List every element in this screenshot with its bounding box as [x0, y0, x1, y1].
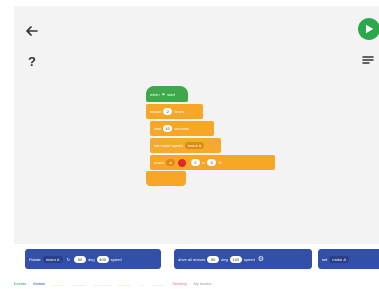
back-arrow-icon	[26, 26, 38, 36]
when-start-hat-block[interactable]: when ⚑ start	[146, 86, 188, 102]
rotate-direction-icon: ↻	[66, 256, 70, 262]
code-canvas[interactable]: when ⚑ start repeat 2 times wait 10 seco…	[14, 6, 379, 244]
back-button[interactable]	[22, 21, 42, 41]
rotate-motor-block[interactable]: Rotate motor A ↻ 50 deg 400 speed	[25, 249, 161, 269]
category-motion[interactable]: Motion	[33, 278, 45, 289]
category-7[interactable]: ___	[138, 278, 145, 289]
run-button[interactable]	[358, 18, 379, 40]
category-my-blocks[interactable]: My blocks	[194, 278, 212, 289]
hat-label: when	[150, 91, 160, 97]
wait-label: wait	[154, 126, 162, 131]
degrees-input[interactable]: 50	[73, 255, 86, 263]
set-motor-speed-block[interactable]: set motor speed motor A	[150, 138, 221, 153]
wait-block[interactable]: wait 10 seconds	[150, 121, 214, 136]
category-3[interactable]: ______	[52, 278, 65, 289]
motor-to-block[interactable]: motor A 2 to 0 %	[150, 155, 275, 170]
hat-suffix: start	[167, 91, 175, 97]
notes-icon	[362, 56, 374, 64]
percent-label: %	[218, 160, 222, 165]
category-events[interactable]: Events	[14, 278, 26, 289]
block-palette[interactable]: Rotate motor A ↻ 50 deg 400 speed drive …	[14, 246, 379, 276]
category-bar: Events Motion ______ ______ ________ ___…	[14, 278, 379, 289]
repeat-block[interactable]: repeat 2 times	[146, 104, 203, 119]
deg-label: deg	[87, 256, 95, 262]
play-icon	[365, 24, 373, 34]
drive-label: drive all motors	[178, 256, 206, 262]
app: when ⚑ start repeat 2 times wait 10 seco…	[0, 0, 379, 289]
motor-port-dropdown[interactable]: A	[166, 159, 175, 166]
motor-dropdown[interactable]: motor A	[184, 142, 205, 149]
gear-icon: ⚙	[257, 256, 264, 263]
set-motor-block[interactable]: set motor A	[318, 249, 379, 269]
flag-icon: ⚑	[161, 91, 166, 97]
help-icon: ?	[28, 53, 36, 69]
notes-button[interactable]	[360, 53, 376, 67]
control-block-footer	[146, 171, 186, 186]
rotate-label: Rotate	[29, 256, 41, 262]
times-label: times	[174, 109, 184, 114]
motor-select-dropdown[interactable]: motor A	[42, 255, 63, 263]
category-sensing[interactable]: Sensing	[172, 278, 186, 289]
set-label: set	[322, 256, 328, 262]
category-6[interactable]: ______	[118, 278, 131, 289]
drive-all-motors-block[interactable]: drive all motors 50 deg 100 speed ⚙	[174, 249, 312, 269]
repeat-count-input[interactable]: 2	[163, 108, 173, 115]
value2-input[interactable]: 0	[207, 159, 217, 166]
speed-input[interactable]: 400	[96, 255, 109, 263]
drive-deg-label: deg	[221, 256, 228, 262]
category-4[interactable]: ______	[73, 278, 86, 289]
category-8[interactable]: ______	[152, 278, 165, 289]
set-motor-dropdown[interactable]: motor A	[329, 255, 350, 263]
speed-label: speed	[110, 256, 122, 262]
drive-speed-input[interactable]: 100	[229, 255, 242, 263]
value1-input[interactable]: 2	[190, 159, 200, 166]
motor-label: motor	[154, 160, 165, 165]
set-speed-label: set motor speed	[154, 143, 183, 148]
category-5[interactable]: ________	[93, 278, 111, 289]
seconds-label: seconds	[174, 126, 190, 131]
error-dot	[177, 158, 186, 167]
to-label: to	[201, 160, 206, 165]
repeat-label: repeat	[150, 109, 162, 114]
wait-seconds-input[interactable]: 10	[163, 125, 173, 132]
drive-degrees-input[interactable]: 50	[207, 255, 220, 263]
drive-speed-label: speed	[243, 256, 255, 262]
help-button[interactable]: ?	[22, 51, 42, 71]
